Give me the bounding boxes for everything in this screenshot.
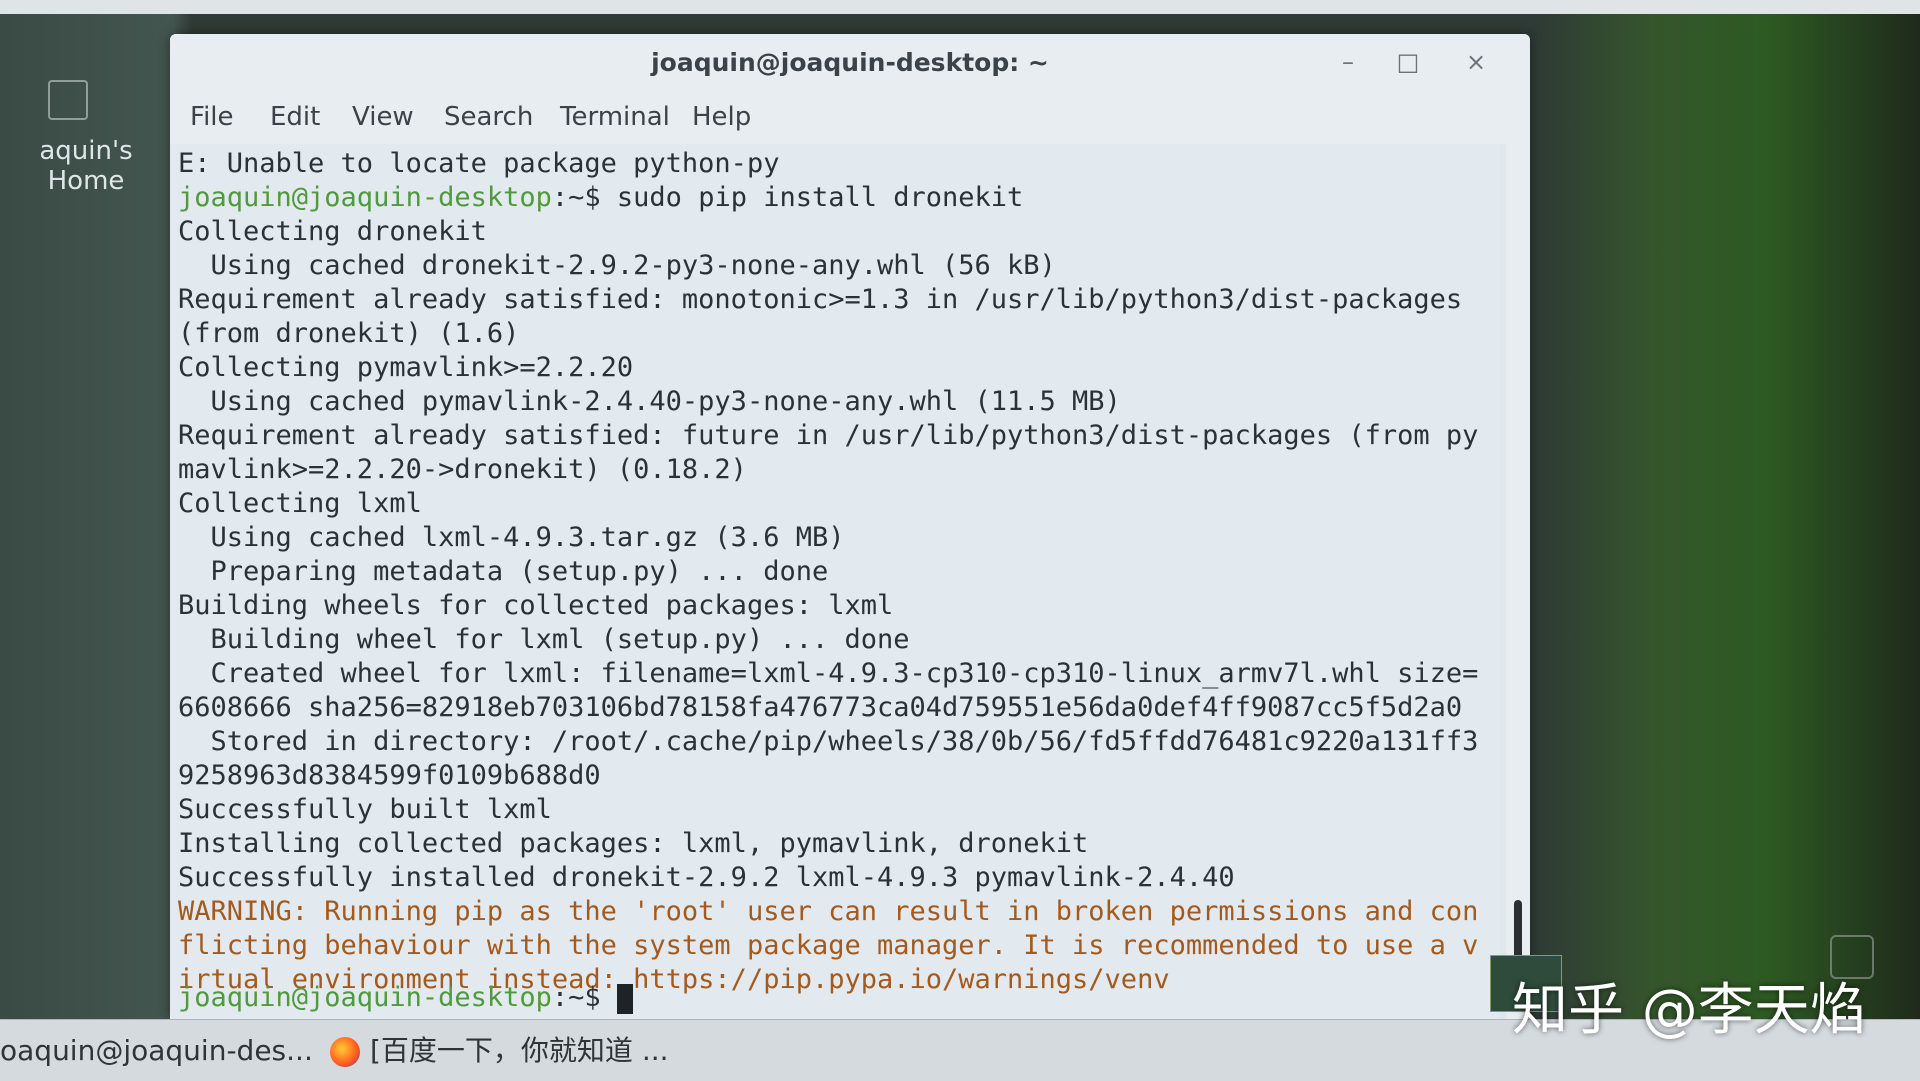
menu-help[interactable]: Help [692, 102, 751, 132]
firefox-icon [330, 1037, 360, 1067]
terminal-line: Using cached pymavlink-2.4.40-py3-none-a… [178, 386, 1121, 417]
terminal-prompt-line: joaquin@joaquin-desktop:~$ sudo pip inst… [178, 182, 1023, 216]
window-title: joaquin@joaquin-desktop: ~ [651, 48, 1049, 77]
window-titlebar[interactable]: joaquin@joaquin-desktop: ~ – □ × [170, 34, 1530, 91]
terminal-line: Requirement already satisfied: future in… [178, 420, 1479, 451]
menu-file[interactable]: File [190, 102, 234, 132]
terminal-line: mavlink>=2.2.20->dronekit) (0.18.2) [178, 454, 747, 485]
top-panel [0, 0, 1920, 14]
terminal-line: Successfully built lxml [178, 794, 552, 825]
terminal-line: Successfully installed dronekit-2.9.2 lx… [178, 862, 1235, 893]
terminal-window: joaquin@joaquin-desktop: ~ – □ × File Ed… [170, 34, 1530, 1019]
terminal-line: 6608666 sha256=82918eb703106bd78158fa476… [178, 692, 1463, 723]
terminal-line: Stored in directory: /root/.cache/pip/wh… [178, 726, 1479, 757]
menu-search[interactable]: Search [444, 102, 533, 132]
terminal-line: Requirement already satisfied: monotonic… [178, 284, 1463, 315]
terminal-output[interactable]: E: Unable to locate package python-py jo… [170, 144, 1500, 1019]
text-cursor [616, 983, 633, 1014]
terminal-line: Installing collected packages: lxml, pym… [178, 828, 1089, 859]
terminal-line: E: Unable to locate package python-py [178, 148, 780, 179]
terminal-line: Building wheels for collected packages: … [178, 590, 894, 621]
terminal-warning-line: WARNING: Running pip as the 'root' user … [178, 896, 1479, 927]
home-folder-icon[interactable] [48, 80, 88, 120]
terminal-line: Collecting dronekit [178, 216, 487, 247]
watermark: 知乎 @李天焰 [1512, 978, 1866, 1043]
minimize-button[interactable]: – [1330, 46, 1366, 78]
menu-terminal[interactable]: Terminal [560, 102, 670, 132]
menu-bar: File Edit View Search Terminal Help [170, 90, 1530, 144]
terminal-line: Collecting pymavlink>=2.2.20 [178, 352, 634, 383]
maximize-button[interactable]: □ [1390, 46, 1426, 78]
terminal-current-prompt[interactable]: joaquin@joaquin-desktop:~$ [178, 982, 633, 1016]
prompt-user: joaquin@joaquin-desktop [178, 982, 552, 1013]
menu-edit[interactable]: Edit [270, 102, 320, 132]
menu-view[interactable]: View [352, 102, 414, 132]
terminal-line: Using cached dronekit-2.9.2-py3-none-any… [178, 250, 1056, 281]
prompt-path: :~$ [551, 982, 601, 1013]
taskbar-item-label: [百度一下，你就知道 ... [370, 1034, 669, 1067]
terminal-line: Collecting lxml [178, 488, 422, 519]
terminal-line: 9258963d8384599f0109b688d0 [178, 760, 601, 791]
terminal-scrollbar[interactable] [1506, 144, 1530, 1019]
terminal-line: Using cached lxml-4.9.3.tar.gz (3.6 MB) [178, 522, 845, 553]
close-button[interactable]: × [1458, 46, 1494, 78]
taskbar-item-browser[interactable]: [百度一下，你就知道 ... [330, 1032, 669, 1070]
terminal-line: (from dronekit) (1.6) [178, 318, 520, 349]
terminal-line: Created wheel for lxml: filename=lxml-4.… [178, 658, 1479, 689]
taskbar-item-terminal[interactable]: oaquin@joaquin-des... [0, 1032, 313, 1070]
prompt-command: sudo pip install dronekit [600, 182, 1024, 213]
prompt-user: joaquin@joaquin-desktop [178, 182, 552, 213]
home-folder-label[interactable]: aquin's Home [0, 136, 172, 196]
terminal-line: Preparing metadata (setup.py) ... done [178, 556, 829, 587]
prompt-path: :~$ [551, 182, 601, 213]
terminal-line: Building wheel for lxml (setup.py) ... d… [178, 624, 910, 655]
terminal-warning-line: flicting behaviour with the system packa… [178, 930, 1479, 961]
